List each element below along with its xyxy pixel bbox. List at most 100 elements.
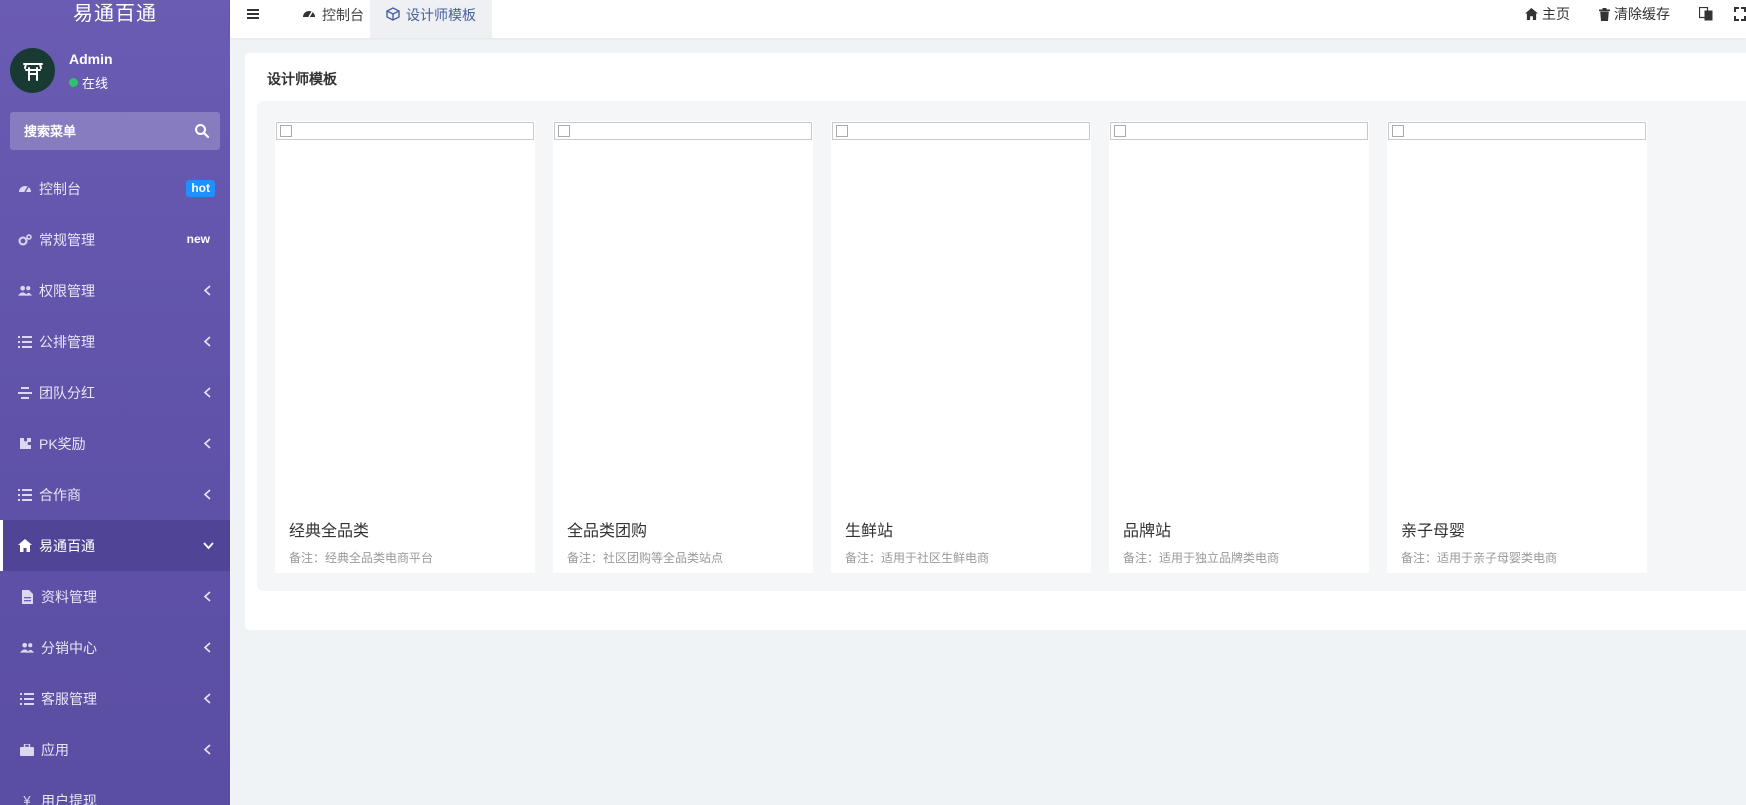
brand-logo[interactable]: 易通百通 [0, 0, 230, 26]
sidebar-item-materials[interactable]: 资料管理 [0, 571, 230, 622]
puzzle-icon [18, 437, 32, 451]
sidebar-item-partner[interactable]: 合作商 [0, 469, 230, 520]
cube-icon [386, 7, 400, 21]
home-link[interactable]: 主页 [1525, 5, 1570, 23]
template-note: 备注：适用于亲子母婴类电商 [1401, 551, 1558, 565]
sidebar-item-permissions[interactable]: 权限管理 [0, 265, 230, 316]
tab-designer-template[interactable]: 设计师模板 [370, 0, 492, 38]
chevron-left-icon [203, 744, 211, 755]
avatar-logo-icon [22, 62, 43, 81]
cogs-icon [18, 233, 32, 247]
sidebar-item-queue[interactable]: 公排管理 [0, 316, 230, 367]
sidebar-item-team-bonus[interactable]: 团队分红 [0, 367, 230, 418]
template-card[interactable]: 全品类团购 备注：社区团购等全品类站点 [553, 121, 813, 573]
template-preview-image[interactable] [1110, 122, 1368, 140]
template-grid: 经典全品类 备注：经典全品类电商平台 全品类团购 备注：社区团购等全品类站点 生… [257, 101, 1746, 591]
sidebar-item-label: 公排管理 [39, 333, 95, 350]
template-note: 备注：经典全品类电商平台 [289, 551, 434, 565]
menu-search [10, 112, 220, 150]
sidebar-item-label: 分销中心 [41, 639, 97, 656]
users-icon [18, 284, 32, 298]
clear-cache-label: 清除缓存 [1614, 6, 1670, 22]
chevron-left-icon [203, 591, 211, 602]
sidebar-item-label: 权限管理 [39, 282, 95, 299]
search-icon[interactable] [194, 123, 210, 139]
sidebar-item-label: 易通百通 [39, 537, 95, 554]
chevron-left-icon [203, 285, 211, 296]
chevron-left-icon [203, 438, 211, 449]
sidebar-item-pk-reward[interactable]: PK奖励 [0, 418, 230, 469]
template-title: 经典全品类 [289, 523, 370, 540]
template-preview-image[interactable] [276, 122, 534, 140]
tab-label: 设计师模板 [406, 7, 476, 23]
dashboard-icon [18, 182, 32, 196]
chevron-left-icon [203, 489, 211, 500]
chevron-left-icon [203, 336, 211, 347]
clear-cache-button[interactable]: 清除缓存 [1599, 5, 1670, 23]
tab-label: 控制台 [322, 7, 364, 23]
template-card[interactable]: 亲子母婴 备注：适用于亲子母婴类电商 [1387, 121, 1647, 573]
template-card[interactable]: 经典全品类 备注：经典全品类电商平台 [275, 121, 535, 573]
sidebar-item-label: 团队分红 [39, 384, 95, 401]
content-panel: 设计师模板 经典全品类 备注：经典全品类电商平台 全品类团购 备注：社区团购等全… [245, 53, 1746, 630]
sidebar-item-label: PK奖励 [39, 435, 86, 452]
sidebar-item-label: 合作商 [39, 486, 81, 503]
sidebar-item-dashboard[interactable]: 控制台 hot [0, 163, 230, 214]
home-icon [1525, 8, 1538, 20]
user-panel: Admin 在线 [10, 48, 220, 94]
avatar[interactable] [10, 48, 55, 93]
list-icon [18, 488, 32, 502]
align-center-icon [18, 386, 32, 400]
template-preview-image[interactable] [554, 122, 812, 140]
page-title: 设计师模板 [267, 71, 337, 87]
user-status-text: 在线 [82, 76, 109, 91]
chevron-left-icon [203, 693, 211, 704]
language-toggle[interactable] [1699, 5, 1717, 23]
sidebar-item-distribution[interactable]: 分销中心 [0, 622, 230, 673]
user-status: 在线 [69, 73, 108, 92]
sidebar-item-label: 应用 [41, 741, 69, 758]
sidebar-item-label: 客服管理 [41, 690, 97, 707]
home-icon [18, 539, 32, 553]
template-title: 品牌站 [1123, 523, 1172, 540]
file-icon [20, 589, 34, 604]
sidebar-item-yitong[interactable]: 易通百通 [0, 520, 230, 571]
sidebar-item-withdraw[interactable]: ¥ 用户提现 [0, 775, 230, 805]
template-title: 亲子母婴 [1401, 523, 1466, 540]
sidebar-item-customer-service[interactable]: 客服管理 [0, 673, 230, 724]
fullscreen-icon [1734, 7, 1746, 21]
home-label: 主页 [1542, 6, 1570, 22]
online-dot-icon [69, 78, 78, 87]
new-badge: new [186, 232, 210, 246]
sidebar-item-label: 用户提现 [41, 792, 97, 805]
chevron-left-icon [203, 387, 211, 398]
template-preview-image[interactable] [832, 122, 1090, 140]
list-icon [18, 335, 32, 349]
menu-search-input[interactable] [10, 112, 180, 150]
template-note: 备注：适用于社区生鲜电商 [845, 551, 990, 565]
hamburger-menu-icon[interactable] [246, 7, 260, 21]
dashboard-icon [303, 11, 315, 18]
tab-dashboard[interactable]: 控制台 [290, 0, 376, 38]
users-icon [20, 641, 34, 655]
user-name: Admin [69, 51, 113, 67]
template-title: 全品类团购 [567, 523, 648, 540]
chevron-down-icon [203, 542, 214, 550]
template-note: 备注：适用于独立品牌类电商 [1123, 551, 1280, 565]
sidebar-nav: 控制台 hot 常规管理 new 权限管理 公排管理 团队分红 PK奖励 合作商… [0, 163, 230, 805]
template-card[interactable]: 生鲜站 备注：适用于社区生鲜电商 [831, 121, 1091, 573]
template-preview-image[interactable] [1388, 122, 1646, 140]
sidebar-item-apps[interactable]: 应用 [0, 724, 230, 775]
briefcase-icon [20, 743, 34, 757]
yen-icon: ¥ [23, 793, 31, 805]
list-icon [20, 692, 34, 706]
template-title: 生鲜站 [845, 523, 894, 540]
template-note: 备注：社区团购等全品类站点 [567, 551, 724, 565]
top-header: 控制台 设计师模板 主页 清除缓存 [230, 0, 1746, 38]
sidebar-item-general[interactable]: 常规管理 new [0, 214, 230, 265]
template-card[interactable]: 品牌站 备注：适用于独立品牌类电商 [1109, 121, 1369, 573]
hot-badge: hot [186, 180, 215, 197]
sidebar: 易通百通 Admin 在线 控制台 hot [0, 0, 230, 805]
fullscreen-toggle[interactable] [1734, 5, 1746, 23]
trash-icon [1599, 7, 1610, 21]
